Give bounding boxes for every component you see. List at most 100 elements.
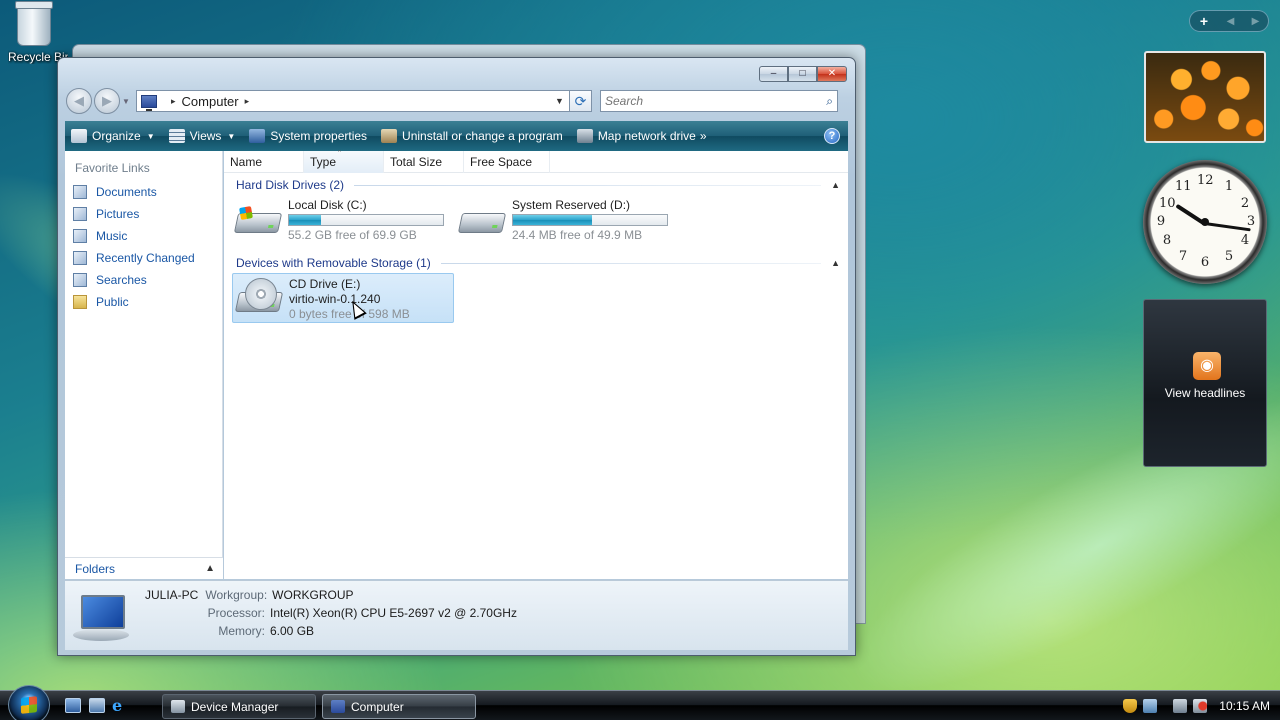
favorite-documents[interactable]: Documents [65,181,222,203]
folders-toggle[interactable]: Folders ▲ [65,557,223,579]
device-manager-icon [171,700,185,713]
workgroup-value: WORKGROUP [272,588,354,602]
address-dropdown-icon[interactable]: ▼ [555,96,569,106]
hard-disk-icon [233,197,283,243]
add-gadget-button[interactable]: + [1190,13,1218,29]
group-header-removable-storage[interactable]: Devices with Removable Storage (1) ▲ [224,253,848,273]
clock-number: 6 [1200,255,1210,270]
favorite-music[interactable]: Music [65,225,222,247]
favorite-recently-changed[interactable]: Recently Changed [65,247,222,269]
refresh-button[interactable]: ⟳ [570,90,592,112]
memory-label: Memory: [218,624,265,638]
drive-tile-c[interactable]: Local Disk (C:) 55.2 GB free of 69.9 GB [232,195,454,245]
forward-button[interactable]: ▶ [94,88,120,114]
security-shield-icon[interactable] [1123,699,1138,713]
drive-usage-fill [289,215,322,225]
sidebar-controls: + ◀ ▶ [1189,10,1269,32]
organize-button[interactable]: Organize ▼ [71,129,155,143]
clock-time[interactable]: 10:15 AM [1219,699,1270,713]
search-box[interactable]: ⌕ [600,90,838,112]
computer-icon [331,700,345,713]
cd-drive-icon [234,276,284,322]
column-header-type[interactable]: ˆ Type [304,149,384,173]
hard-disk-tiles: Local Disk (C:) 55.2 GB free of 69.9 GB … [224,195,848,251]
collapse-group-icon[interactable]: ▲ [831,180,840,190]
music-icon [73,229,87,243]
favorite-searches[interactable]: Searches [65,269,222,291]
favorite-label: Recently Changed [96,251,195,265]
group-title: Devices with Removable Storage (1) [236,256,431,270]
view-headlines-label[interactable]: View headlines [1144,386,1266,400]
back-arrow-icon: ◀ [74,93,84,108]
taskbar-button-device-manager[interactable]: Device Manager [162,694,316,719]
column-header-total-size[interactable]: Total Size [384,150,464,173]
taskbar-button-label: Device Manager [191,699,279,714]
details-pane: JULIA-PC Workgroup: WORKGROUP Processor:… [65,580,848,650]
window-controls: – □ ✕ [759,66,847,82]
drive-tile-cd-e[interactable]: CD Drive (E:) virtio-win-0.1.240 0 bytes… [232,273,454,323]
clock-gadget[interactable]: 12 1 2 3 4 5 6 7 8 9 10 11 [1143,160,1267,284]
clock-number: 8 [1162,233,1172,248]
processor-label: Processor: [207,606,265,620]
drive-name: CD Drive (E:) [289,277,361,291]
column-header-name[interactable]: Name [224,150,304,173]
help-icon[interactable]: ? [824,128,840,144]
recently-changed-icon [73,251,87,265]
clock-number: 12 [1197,173,1214,188]
favorite-pictures[interactable]: Pictures [65,203,222,225]
next-gadget-icon[interactable]: ▶ [1243,16,1268,27]
address-bar[interactable]: ▸ Computer ▸ ▼ [136,90,570,112]
slideshow-gadget[interactable] [1144,51,1266,143]
switch-windows-icon[interactable] [89,698,105,713]
back-button[interactable]: ◀ [66,88,92,114]
maximize-button[interactable]: □ [788,66,817,82]
favorite-public[interactable]: Public [65,291,222,313]
drive-usage-fill [513,215,592,225]
workgroup-label: Workgroup: [205,588,268,602]
collapse-group-icon[interactable]: ▲ [831,258,840,268]
previous-gadget-icon[interactable]: ◀ [1218,16,1243,27]
clock-number: 4 [1240,233,1250,248]
recycle-bin-desktop-icon[interactable]: Recycle Bin [2,1,68,64]
breadcrumb-arrow-icon[interactable]: ▸ [245,96,250,107]
hard-disk-icon [457,197,507,243]
map-network-drive-button[interactable]: Map network drive » [576,129,707,143]
clock-number: 7 [1178,249,1188,264]
disc-icon [245,278,277,310]
clock-center-pin [1201,218,1209,226]
start-button[interactable] [8,685,50,720]
display-icon[interactable] [1173,699,1188,713]
feed-headlines-gadget[interactable]: ◉ View headlines [1143,299,1267,467]
taskbar-button-computer[interactable]: Computer [322,694,476,719]
recent-pages-dropdown[interactable]: ▼ [122,97,132,106]
uninstall-program-button[interactable]: Uninstall or change a program [381,129,563,143]
folders-label: Folders [75,561,116,576]
command-bar: Organize ▼ Views ▼ System properties Uni… [65,121,848,151]
search-input[interactable] [605,94,827,108]
group-header-hard-disk-drives[interactable]: Hard Disk Drives (2) ▲ [224,175,848,195]
search-icon[interactable]: ⌕ [826,94,833,109]
group-divider [440,262,822,264]
views-button[interactable]: Views ▼ [168,129,235,143]
favorite-label: Searches [96,273,147,287]
column-header-free-space[interactable]: Free Space [464,150,550,173]
uninstall-icon [381,129,398,143]
chevron-down-icon: ▼ [146,131,155,141]
network-drive-icon [576,129,593,143]
close-button[interactable]: ✕ [817,66,847,82]
more-commands-icon[interactable]: » [700,129,707,143]
internet-explorer-icon[interactable]: e [112,698,128,714]
clock-number: 5 [1224,249,1234,264]
drive-tile-d[interactable]: System Reserved (D:) 24.4 MB free of 49.… [456,195,678,245]
volume-muted-icon[interactable] [1193,699,1208,713]
breadcrumb-arrow-icon[interactable]: ▸ [171,96,176,107]
network-icon[interactable] [1143,699,1158,713]
breadcrumb-computer[interactable]: Computer [182,94,239,109]
system-properties-button[interactable]: System properties [249,129,367,143]
uninstall-label: Uninstall or change a program [402,129,563,143]
windows-logo-icon [239,206,253,220]
searches-icon [73,273,87,287]
computer-icon [73,593,129,645]
show-desktop-icon[interactable] [65,698,81,713]
minimize-button[interactable]: – [759,66,788,82]
